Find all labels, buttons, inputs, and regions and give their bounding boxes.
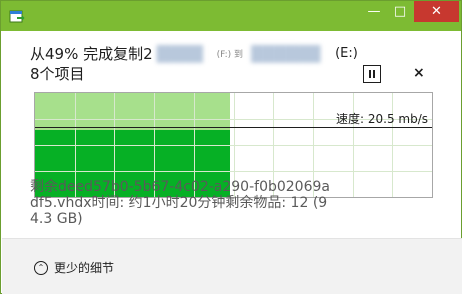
minimize-button[interactable]: — <box>361 1 387 22</box>
copy-progress-panel: 从49% 完成复制2 ████ (F:) 到 ██████ (E:) 8个项目 … <box>9 32 454 255</box>
pause-button[interactable] <box>363 65 381 83</box>
destination-drive-label: (E:) <box>335 46 358 61</box>
grid-line-horizontal <box>35 171 432 172</box>
chevron-up-icon: ⌃ <box>34 260 48 275</box>
source-drive-label: (F:) 到 <box>216 50 244 60</box>
speed-line <box>35 127 432 128</box>
copy-dialog-window: — □ ✕ 从49% 完成复制2 ████ (F:) 到 ██████ (E:)… <box>0 0 462 294</box>
copy-status-header: 从49% 完成复制2 ████ (F:) 到 ██████ (E:) <box>30 43 358 64</box>
speed-label: 速度: 20.5 mb/s <box>336 112 428 126</box>
redacted-destination-name: ██████ <box>251 44 321 63</box>
cancel-copy-button[interactable]: × <box>413 65 425 81</box>
close-button[interactable]: ✕ <box>414 1 459 22</box>
maximize-icon: □ <box>393 4 407 19</box>
title-bar[interactable]: — □ ✕ <box>1 1 461 31</box>
file-copy-icon <box>9 10 25 23</box>
minimize-icon: — <box>367 4 381 19</box>
grid-line-horizontal <box>35 145 432 146</box>
maximize-button[interactable]: □ <box>387 1 413 22</box>
item-count-text: 8个项目 <box>30 65 85 83</box>
copy-status-text: 从49% 完成复制2 <box>30 45 153 63</box>
fewer-details-toggle[interactable]: ⌃ 更少的细节 <box>34 259 114 276</box>
window-title <box>151 7 321 23</box>
fewer-details-label: 更少的细节 <box>54 261 115 275</box>
dialog-footer: ⌃ 更少的细节 <box>2 238 462 294</box>
copy-details-text: 剩余deed57b0-5b67-4c02-a290-f0b02069adf5.v… <box>30 179 330 227</box>
close-icon: ✕ <box>431 4 442 19</box>
pause-icon <box>368 70 376 78</box>
redacted-source-name: ████ <box>156 44 203 63</box>
